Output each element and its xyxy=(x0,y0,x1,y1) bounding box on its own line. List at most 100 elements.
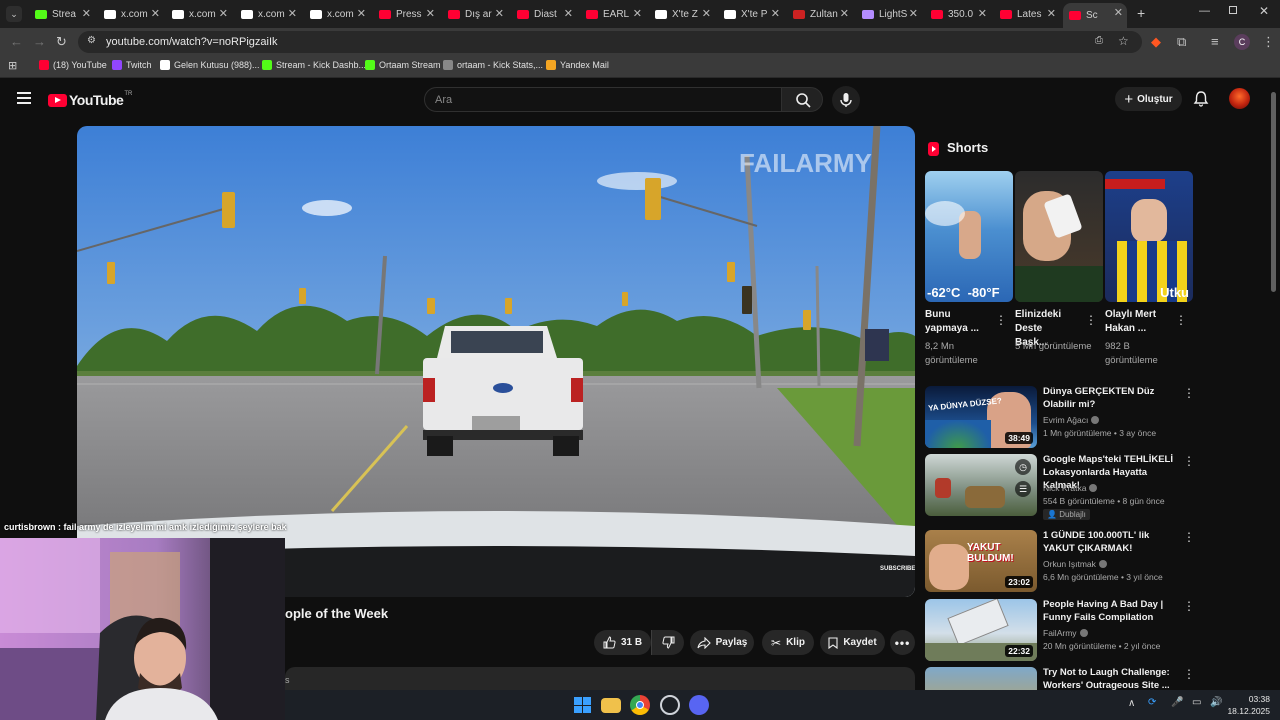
tab-close-icon[interactable]: ✕ xyxy=(1047,7,1056,20)
add-to-queue-icon[interactable]: ☰ xyxy=(1015,481,1031,497)
forward-icon[interactable]: → xyxy=(33,34,46,50)
page-scrollbar[interactable] xyxy=(1271,92,1276,292)
voice-search-button[interactable] xyxy=(832,86,860,114)
install-app-icon[interactable]: ⎙ xyxy=(1095,35,1103,46)
recommended-video[interactable]: YA DÜNYA DÜZSE? 38:49 Dünya GERÇEKTEN Dü… xyxy=(925,386,1265,450)
discord-icon[interactable] xyxy=(689,695,709,715)
browser-tab[interactable]: 350.0 ✕ xyxy=(925,4,991,24)
create-button[interactable]: + Oluştur xyxy=(1115,87,1182,111)
tab-close-icon[interactable]: ✕ xyxy=(82,7,91,20)
tab-close-icon[interactable]: ✕ xyxy=(1114,6,1123,19)
tab-close-icon[interactable]: ✕ xyxy=(151,7,160,20)
new-tab-button[interactable]: + xyxy=(1137,5,1145,21)
short-menu-icon[interactable]: ⋮ xyxy=(995,313,1007,327)
video-menu-icon[interactable]: ⋮ xyxy=(1183,454,1195,468)
apps-grid-icon[interactable]: ⊞ xyxy=(8,59,17,72)
tab-close-icon[interactable]: ✕ xyxy=(357,7,366,20)
browser-tab[interactable]: Strea ✕ xyxy=(29,4,95,24)
browser-tab[interactable]: EARL ✕ xyxy=(580,4,646,24)
chrome-menu-icon[interactable]: ⋮ xyxy=(1262,34,1275,50)
windows-start-icon[interactable] xyxy=(572,695,592,715)
close-window-button[interactable]: ✕ xyxy=(1259,4,1269,18)
recommended-video[interactable]: YAKUT BULDUM! 23:02 1 GÜNDE 100.000TL' l… xyxy=(925,530,1265,594)
minimize-button[interactable]: — xyxy=(1199,5,1210,17)
short-thumbnail[interactable]: -62°C -80°F xyxy=(925,171,1013,302)
video-title[interactable]: Try Not to Laugh Challenge: Workers' Out… xyxy=(1043,667,1183,690)
dislike-button[interactable] xyxy=(651,630,684,655)
bookmark-item[interactable]: Yandex Mail xyxy=(546,60,609,70)
tray-app-icon[interactable]: ⟳ xyxy=(1148,697,1156,708)
chrome-icon[interactable] xyxy=(630,695,650,715)
browser-tab[interactable]: Zultan ✕ xyxy=(787,4,853,24)
video-menu-icon[interactable]: ⋮ xyxy=(1183,599,1195,613)
video-title[interactable]: People Having A Bad Day | Funny Fails Co… xyxy=(1043,598,1183,624)
tab-close-icon[interactable]: ✕ xyxy=(426,7,435,20)
tray-network-icon[interactable]: ▭ xyxy=(1192,697,1201,708)
watch-later-icon[interactable]: ◷ xyxy=(1015,459,1031,475)
search-input[interactable]: Ara xyxy=(424,87,782,112)
site-info-icon[interactable]: ⚙ xyxy=(87,35,96,46)
notifications-bell-icon[interactable] xyxy=(1193,90,1209,107)
short-thumbnail[interactable]: Utku xyxy=(1105,171,1193,302)
bookmark-star-icon[interactable]: ☆ xyxy=(1118,34,1129,48)
address-bar[interactable]: ⚙ youtube.com/watch?v=noRPigzaiIk ⎙ ☆ xyxy=(78,31,1142,53)
tab-close-icon[interactable]: ✕ xyxy=(633,7,642,20)
browser-tab[interactable]: x.com ✕ xyxy=(98,4,164,24)
recommended-video[interactable]: 22:32 People Having A Bad Day | Funny Fa… xyxy=(925,599,1265,663)
short-thumbnail[interactable] xyxy=(1015,171,1103,302)
video-thumbnail[interactable]: ◷ ☰ xyxy=(925,454,1037,516)
browser-tab[interactable]: x.com ✕ xyxy=(166,4,232,24)
browser-tab[interactable]: x.com ✕ xyxy=(235,4,301,24)
more-actions-button[interactable]: ••• xyxy=(890,630,915,655)
bookmark-item[interactable]: ortaam - Kick Stats,... xyxy=(443,60,543,70)
tab-close-icon[interactable]: ✕ xyxy=(909,7,918,20)
tab-close-icon[interactable]: ✕ xyxy=(495,7,504,20)
search-button[interactable] xyxy=(781,87,823,112)
short-menu-icon[interactable]: ⋮ xyxy=(1085,313,1097,327)
short-title[interactable]: Olaylı Mert Hakan ... xyxy=(1105,308,1165,336)
browser-tab[interactable]: X'te P ✕ xyxy=(718,4,784,24)
video-title[interactable]: Dünya GERÇEKTEN Düz Olabilir mi? xyxy=(1043,385,1183,411)
short-menu-icon[interactable]: ⋮ xyxy=(1175,313,1187,327)
tab-close-icon[interactable]: ✕ xyxy=(771,7,780,20)
taskbar-clock[interactable]: 03:38 18.12.2025 xyxy=(1227,693,1270,717)
bookmark-item[interactable]: Gelen Kutusu (988)... xyxy=(160,60,260,70)
recommended-video[interactable]: ◷ ☰ Google Maps'teki TEHLİKELİ Lokasyonl… xyxy=(925,454,1265,520)
account-avatar[interactable] xyxy=(1229,88,1250,109)
profile-avatar[interactable]: C xyxy=(1234,34,1250,50)
recommended-video[interactable]: Try Not to Laugh Challenge: Workers' Out… xyxy=(925,667,1265,690)
tray-volume-icon[interactable]: 🔊 xyxy=(1210,697,1222,708)
browser-tab[interactable]: Press ✕ xyxy=(373,4,439,24)
short-title[interactable]: Bunu yapmaya ... xyxy=(925,308,985,336)
video-menu-icon[interactable]: ⋮ xyxy=(1183,667,1195,681)
channel-name[interactable]: Evrim Ağacı xyxy=(1043,415,1100,425)
youtube-logo[interactable]: YouTube TR xyxy=(48,91,132,108)
tab-close-icon[interactable]: ✕ xyxy=(702,7,711,20)
browser-tab[interactable]: Lates ✕ xyxy=(994,4,1060,24)
channel-name[interactable]: Orkun Işıtmak xyxy=(1043,559,1107,569)
tab-close-icon[interactable]: ✕ xyxy=(564,7,573,20)
video-menu-icon[interactable]: ⋮ xyxy=(1183,530,1195,544)
channel-name[interactable]: FailArmy xyxy=(1043,628,1088,638)
obs-icon[interactable] xyxy=(660,695,680,715)
browser-tab[interactable]: x.com ✕ xyxy=(304,4,370,24)
bookmark-item[interactable]: Stream - Kick Dashb... xyxy=(262,60,366,70)
bookmark-item[interactable]: Ortaam Stream xyxy=(365,60,441,70)
video-menu-icon[interactable]: ⋮ xyxy=(1183,386,1195,400)
browser-tab[interactable]: Dış ar ✕ xyxy=(442,4,508,24)
tab-close-icon[interactable]: ✕ xyxy=(219,7,228,20)
maximize-button[interactable] xyxy=(1229,6,1237,14)
bookmark-item[interactable]: Twitch xyxy=(112,60,152,70)
extensions-puzzle-icon[interactable]: ⧉ xyxy=(1177,34,1186,50)
save-button[interactable]: Kaydet xyxy=(820,630,885,655)
browser-tab[interactable]: Sc ✕ xyxy=(1063,3,1127,28)
video-thumbnail[interactable]: YAKUT BULDUM! 23:02 xyxy=(925,530,1037,592)
video-thumbnail[interactable]: 22:32 xyxy=(925,599,1037,661)
video-thumbnail[interactable] xyxy=(925,667,1037,690)
clip-button[interactable]: ✂ Klip xyxy=(762,630,814,655)
tray-mic-icon[interactable]: 🎤 xyxy=(1171,697,1183,708)
tab-close-icon[interactable]: ✕ xyxy=(978,7,987,20)
file-explorer-icon[interactable] xyxy=(601,698,621,713)
video-thumbnail[interactable]: YA DÜNYA DÜZSE? 38:49 xyxy=(925,386,1037,448)
tab-search-button[interactable]: ⌄ xyxy=(6,6,22,22)
